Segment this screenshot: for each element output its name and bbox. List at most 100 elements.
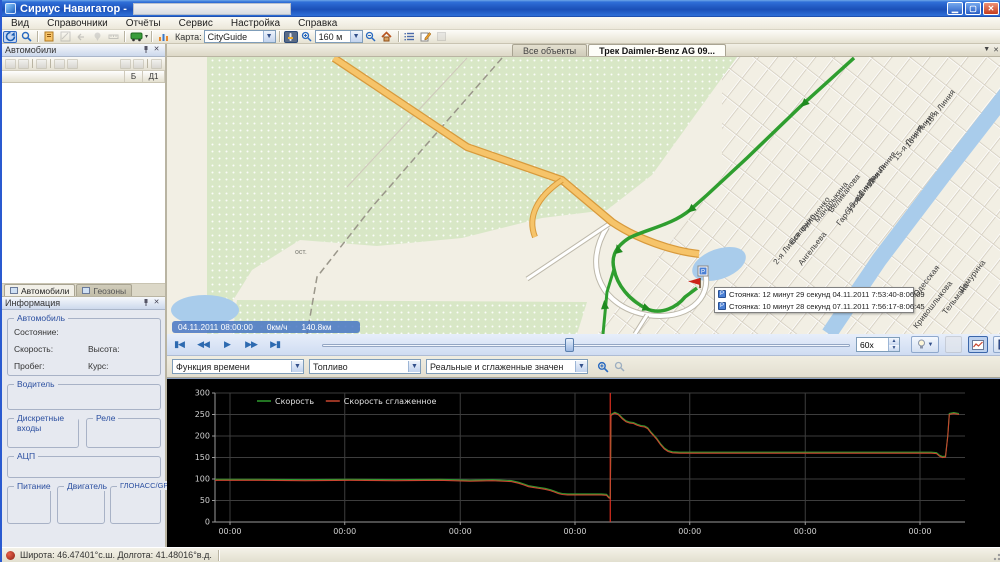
tab-geozones[interactable]: Геозоны [76,284,132,296]
tab-list-dropdown-icon[interactable]: ▼ [983,46,990,54]
vehicles-toolbar-icon[interactable] [54,59,65,69]
edit-icon[interactable] [419,31,433,43]
rewind-button[interactable]: ◀◀ [193,337,213,353]
overlay-distance: 140.8км [301,322,331,332]
menu-item-2[interactable]: Отчёты [117,17,170,30]
pin-icon[interactable] [140,298,151,308]
x-tick-label: 00:00 [678,527,701,536]
highlight-track-button[interactable]: ▼ [911,336,939,353]
columns-icon[interactable] [151,59,162,69]
show-chart-button[interactable] [968,336,988,353]
parameter-combo-dropdown-icon[interactable]: ▼ [408,361,420,372]
remove-icon[interactable] [133,59,144,69]
forward-button[interactable]: ▶▶ [241,337,261,353]
chart-icon[interactable] [156,31,170,43]
tab-vehicles[interactable]: Автомобили [4,284,75,296]
menu-item-3[interactable]: Сервис [170,17,222,30]
extra-tool-button[interactable] [945,336,962,353]
close-panel-icon[interactable]: ✕ [151,45,162,55]
vehicle-icon[interactable] [129,31,143,43]
group-adc: АЦП [7,456,161,478]
add-icon[interactable] [120,59,131,69]
chart-zoom-in-icon[interactable] [596,361,610,373]
tooltip-text: Стоянка: 10 минут 28 секунд 07.11.2011 7… [729,302,925,311]
timeline-slider-track[interactable] [322,344,850,347]
scale-combo[interactable]: 160 м ▼ [315,30,363,43]
marker-icon[interactable] [90,31,104,43]
gps-position-icon [6,551,15,560]
track-status-overlay: 04.11.2011 08:00:00 0км/ч 140.8км [172,321,360,333]
column-header-name[interactable] [2,71,125,82]
vehicle-dropdown-arrow[interactable]: ▾ [145,33,148,40]
toolbar-separator [32,59,33,68]
playback-speed-spinner[interactable]: 60x ▲▼ [856,337,900,352]
function-combo-dropdown-icon[interactable]: ▼ [291,361,303,372]
values-mode-combo[interactable]: Реальные и сглаженные значен ▼ [426,359,588,374]
refresh-icon[interactable] [3,31,17,43]
y-tick-label: 0 [205,518,210,527]
tooltip-text: Стоянка: 12 минут 29 секунд 04.11.2011 7… [729,290,925,299]
toolbar-separator [147,59,148,68]
route-icon[interactable] [58,31,72,43]
menu-item-4[interactable]: Настройка [222,17,289,30]
zoom-slider-icon[interactable] [284,31,298,43]
map-combo[interactable]: CityGuide ▼ [204,30,276,43]
menu-item-5[interactable]: Справка [289,17,346,30]
zoom-out-icon[interactable] [364,31,378,43]
tab-track[interactable]: Трек Daimler-Benz AG 09... [588,44,726,56]
list-icon[interactable] [403,31,417,43]
home-icon[interactable] [380,31,394,43]
map-tab-strip: Все объекты Трек Daimler-Benz AG 09... ▼… [167,44,1000,57]
x-tick-label: 00:00 [333,527,356,536]
zoom-in-icon[interactable] [300,31,314,43]
parameter-combo[interactable]: Топливо ▼ [309,359,421,374]
spin-down-icon[interactable]: ▼ [888,345,899,352]
values-mode-combo-dropdown-icon[interactable]: ▼ [575,361,587,372]
scale-combo-dropdown-icon[interactable]: ▼ [350,31,362,42]
group-vehicle-label: Автомобиль [14,313,68,323]
function-combo[interactable]: Функция времени ▼ [172,359,304,374]
close-button[interactable]: ✕ [983,2,999,15]
info-panel-header: Информация ✕ [2,297,165,310]
info-panel-title: Информация [5,298,140,308]
tab-close-icon[interactable]: ✕ [993,46,999,54]
parking-badge-icon[interactable]: P [698,266,708,276]
report-icon[interactable] [42,31,56,43]
vehicles-list[interactable] [2,83,165,284]
timeline-slider-thumb[interactable] [565,338,574,352]
close-panel-icon[interactable]: ✕ [151,298,162,308]
vehicles-toolbar-icon[interactable] [18,59,29,69]
overlay-speed: 0км/ч [267,322,288,332]
minimize-button[interactable]: ▁ [947,2,963,15]
search-icon[interactable] [19,31,33,43]
column-header-b[interactable]: Б [125,71,143,82]
function-combo-value: Функция времени [173,362,291,372]
transit-stop-label: ост. [295,249,307,256]
menu-item-1[interactable]: Справочники [38,17,117,30]
map-canvas[interactable]: P ост. 18-я Линия16-я Линия15-я Линия12-… [167,57,1000,334]
resize-grip[interactable] [991,551,1000,561]
vehicles-toolbar-icon[interactable] [36,59,47,69]
map-combo-dropdown-icon[interactable]: ▼ [263,31,275,42]
bulb-dropdown-icon[interactable]: ▼ [928,342,934,348]
menu-bar: ВидСправочникиОтчётыСервисНастройкаСправ… [2,17,1000,30]
undo-icon[interactable] [74,31,88,43]
first-button[interactable]: ▮◀ [169,337,189,353]
group-relay: Реле [86,418,161,448]
bulb-icon [917,339,926,350]
tab-all-objects[interactable]: Все объекты [512,44,587,56]
save-button[interactable] [993,336,1000,353]
last-button[interactable]: ▶▮ [265,337,285,353]
maximize-button[interactable]: ▢ [965,2,981,15]
scale-combo-value: 160 м [316,32,350,42]
pin-icon[interactable] [140,45,151,55]
parking-icon: P [718,302,726,310]
menu-item-0[interactable]: Вид [2,17,38,30]
chart-zoom-out-icon[interactable] [612,361,626,373]
ruler-icon[interactable] [106,31,120,43]
vehicles-toolbar-icon[interactable] [67,59,78,69]
column-header-d1[interactable]: Д1 [143,71,165,82]
settings-icon[interactable] [435,31,449,43]
vehicles-toolbar-icon[interactable] [5,59,16,69]
play-button[interactable]: ▶ [217,337,237,353]
